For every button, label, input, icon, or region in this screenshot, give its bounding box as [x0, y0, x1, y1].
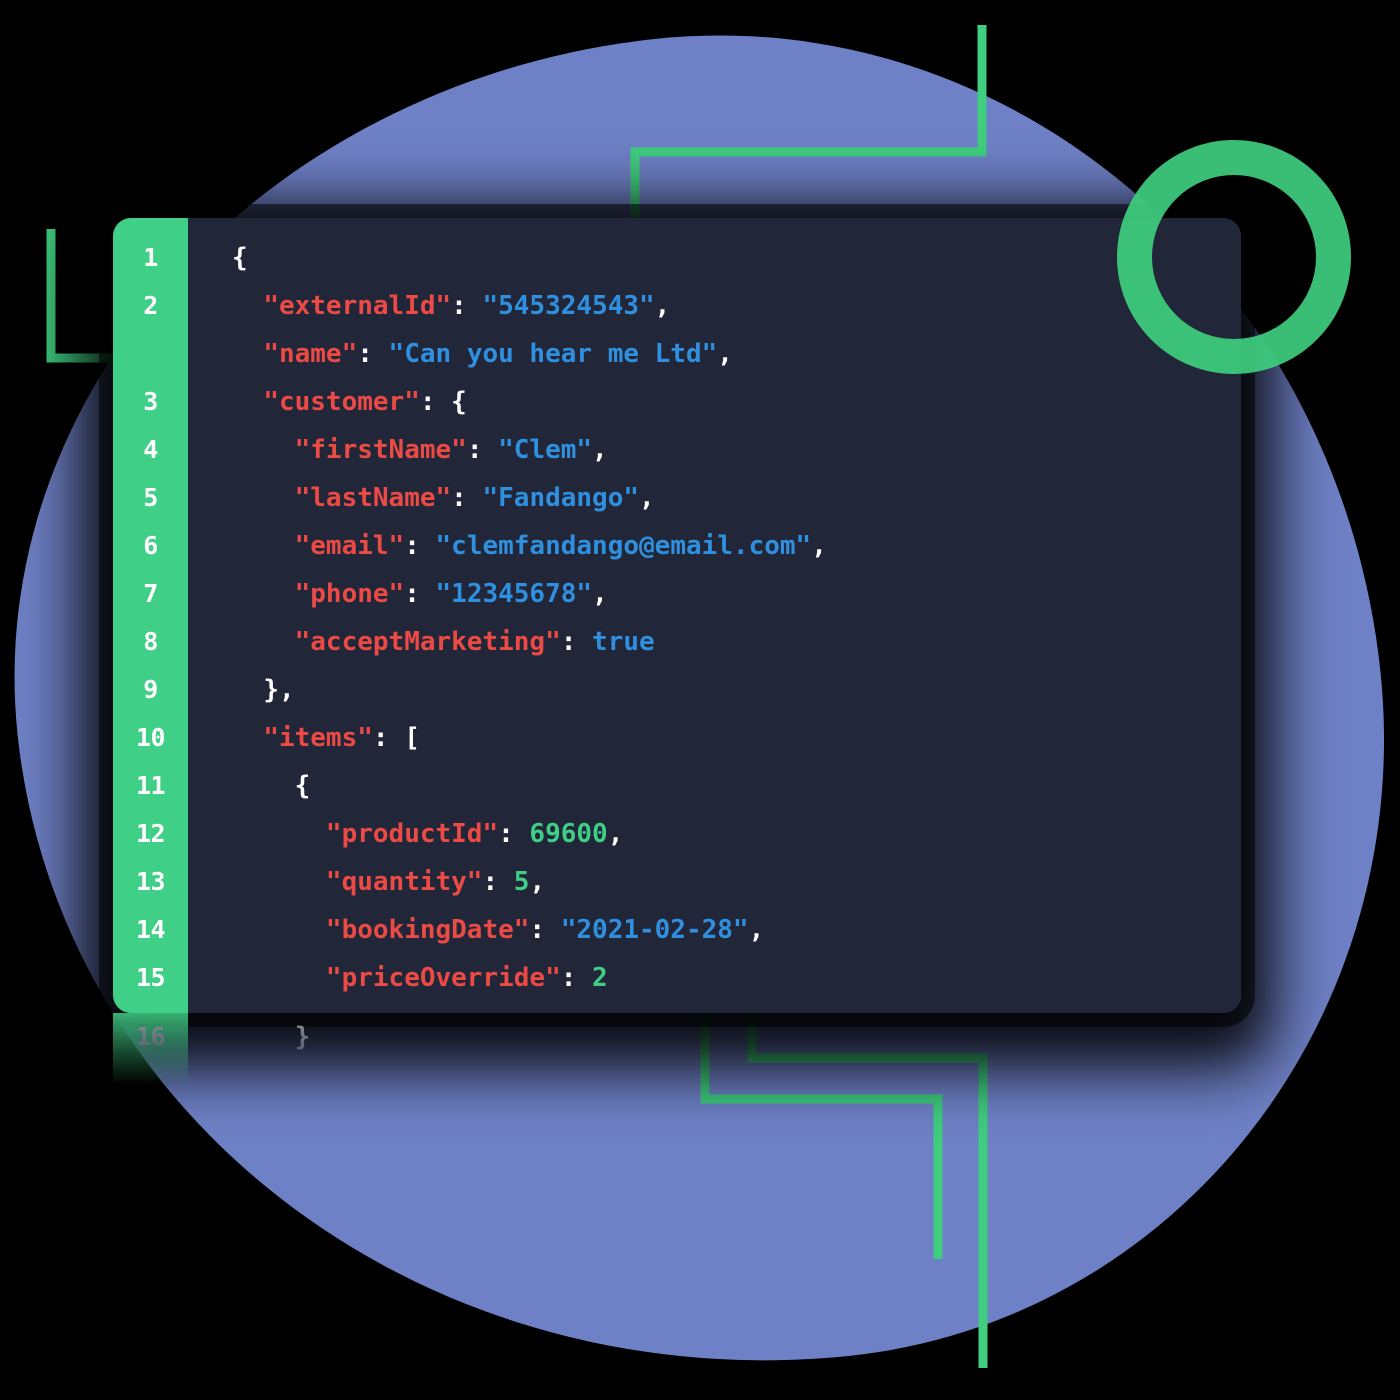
- code-content-overflow: }: [188, 1013, 1241, 1085]
- code-editor-panel: 12.3456789101112131415 { "externalId": "…: [113, 218, 1241, 1013]
- code-token-punct: ,: [639, 483, 655, 513]
- line-number: 14: [135, 915, 166, 944]
- code-token-punct: :: [404, 579, 436, 609]
- illustration-canvas: 12.3456789101112131415 { "externalId": "…: [0, 0, 1400, 1400]
- code-token-str: "2021-02-28": [560, 915, 749, 945]
- code-token-punct: },: [263, 675, 295, 705]
- code-line: "acceptMarketing": true: [232, 618, 1241, 666]
- code-token-punct: ,: [592, 579, 608, 609]
- line-number: 3: [143, 387, 158, 416]
- code-token-key: "customer": [263, 387, 420, 417]
- code-token-num: 5: [513, 867, 530, 897]
- code-token-num: 2: [592, 963, 608, 993]
- code-line: "customer": {: [232, 378, 1241, 426]
- line-number-gutter: 12.3456789101112131415: [113, 218, 188, 1013]
- code-token-key: "firstName": [294, 435, 467, 465]
- code-token-punct: :: [529, 915, 561, 945]
- code-token-punct: ,: [654, 291, 671, 321]
- line-number: 1: [143, 243, 158, 272]
- line-number: 15: [135, 963, 166, 992]
- code-token-punct: :: [404, 531, 436, 561]
- line-number-gutter-overflow: 16: [113, 1013, 188, 1085]
- code-line: "bookingDate": "2021-02-28",: [232, 906, 1241, 954]
- code-line: "productId": 69600,: [232, 810, 1241, 858]
- line-number: 13: [135, 867, 166, 896]
- code-token-punct: :: [482, 867, 514, 897]
- code-line: "lastName": "Fandango",: [232, 474, 1241, 522]
- code-token-str: "clemfandango@email.com": [435, 531, 812, 561]
- code-line: {: [232, 762, 1241, 810]
- code-line: "quantity": 5,: [232, 858, 1241, 906]
- code-token-punct: {: [451, 387, 467, 417]
- code-token-key: "items": [263, 723, 373, 753]
- code-token-key: "email": [294, 531, 405, 561]
- code-token-str: "Can you hear me Ltd": [388, 339, 718, 369]
- code-token-str: "Fandango": [482, 483, 640, 513]
- code-token-key: "lastName": [294, 483, 452, 513]
- code-line: "priceOverride": 2: [232, 954, 1241, 1002]
- code-token-punct: :: [560, 963, 593, 993]
- green-ring-icon: [1117, 140, 1351, 374]
- code-token-punct: ,: [607, 819, 624, 849]
- code-token-punct: ,: [592, 435, 608, 465]
- code-token-num: 69600: [529, 819, 608, 849]
- code-token-punct: :: [560, 627, 593, 657]
- code-token-key: "priceOverride": [325, 963, 561, 993]
- code-token-punct: ,: [529, 867, 546, 897]
- code-token-punct: [: [404, 723, 420, 753]
- code-line: "name": "Can you hear me Ltd",: [232, 330, 1241, 378]
- code-line: "items": [: [232, 714, 1241, 762]
- code-token-key: "acceptMarketing": [294, 627, 561, 657]
- code-token-punct: ,: [717, 339, 733, 369]
- code-token-str: "545324543": [482, 291, 655, 321]
- code-line: "externalId": "545324543",: [232, 282, 1241, 330]
- line-number: 9: [143, 675, 158, 704]
- code-token-key: "productId": [325, 819, 499, 849]
- line-number: 5: [143, 483, 158, 512]
- code-line: "email": "clemfandango@email.com",: [232, 522, 1241, 570]
- code-token-punct: :: [498, 819, 530, 849]
- code-token-str: "Clem": [498, 435, 593, 465]
- code-token-key: "phone": [294, 579, 405, 609]
- code-content[interactable]: { "externalId": "545324543", "name": "Ca…: [188, 218, 1241, 1013]
- code-token-str: "12345678": [435, 579, 593, 609]
- line-number: 16: [135, 1022, 166, 1051]
- code-token-key: "bookingDate": [325, 915, 530, 945]
- code-line: "firstName": "Clem",: [232, 426, 1241, 474]
- code-line: "phone": "12345678",: [232, 570, 1241, 618]
- line-number: 10: [135, 723, 166, 752]
- code-token-punct: {: [294, 771, 311, 801]
- code-line: }: [232, 1013, 1241, 1061]
- code-token-punct: :: [451, 291, 483, 321]
- code-panel-fade-overflow: 16 }: [113, 1013, 1241, 1085]
- line-number: 8: [143, 627, 158, 656]
- code-token-key: "externalId": [263, 291, 452, 321]
- line-number: 11: [135, 771, 166, 800]
- code-token-punct: :: [466, 435, 499, 465]
- code-token-punct: :: [357, 339, 389, 369]
- line-number: 4: [143, 435, 158, 464]
- code-token-punct: :: [419, 387, 452, 417]
- code-token-punct: {: [232, 243, 248, 273]
- code-token-bool: true: [592, 627, 655, 657]
- code-token-punct: ,: [811, 531, 827, 561]
- line-number: 7: [143, 579, 158, 608]
- code-line: },: [232, 666, 1241, 714]
- code-token-dim: }: [294, 1022, 311, 1052]
- code-token-key: "quantity": [325, 867, 483, 897]
- line-number: 6: [143, 531, 158, 560]
- line-number: 2: [143, 291, 158, 320]
- code-token-punct: :: [451, 483, 483, 513]
- code-token-punct: ,: [748, 915, 765, 945]
- code-token-punct: :: [372, 723, 405, 753]
- line-number: .: [113, 330, 188, 378]
- code-line: {: [232, 234, 1241, 282]
- code-token-key: "name": [263, 339, 358, 369]
- line-number: 12: [135, 819, 166, 848]
